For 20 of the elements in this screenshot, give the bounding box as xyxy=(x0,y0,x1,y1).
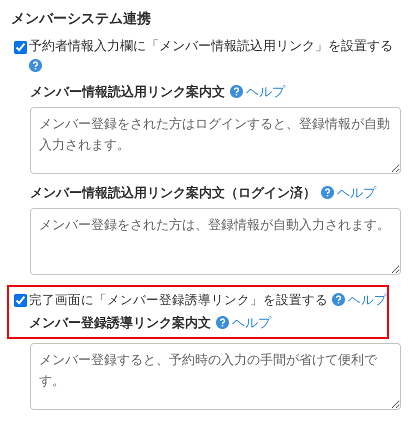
text-area[interactable]: メンバー登録すると、予約時の入力の手間が省けて便利です。 xyxy=(30,343,401,410)
help-icon[interactable] xyxy=(332,293,345,306)
help-link[interactable]: ヘルプ xyxy=(337,186,376,201)
field-label: メンバー情報読込用リンク案内文 xyxy=(30,85,225,100)
checkbox[interactable] xyxy=(14,294,27,307)
help-icon[interactable] xyxy=(29,59,42,72)
help-link[interactable]: ヘルプ xyxy=(246,85,285,100)
text-area[interactable]: メンバー登録をされた方はログインすると、登録情報が自動入力されます。 xyxy=(30,107,401,174)
help-link[interactable]: ヘルプ xyxy=(348,292,387,307)
checkbox[interactable] xyxy=(14,41,27,54)
text-area[interactable]: メンバー登録をされた方は、登録情報が自動入力されます。 xyxy=(30,208,401,275)
section-title: メンバーシステム連携 xyxy=(11,10,152,28)
help-icon[interactable] xyxy=(321,186,334,199)
field-label: メンバー登録誘導リンク案内文 xyxy=(29,316,211,331)
checkbox-label: 予約者情報入力欄に「メンバー情報読込用リンク」を設置する xyxy=(29,38,393,56)
field-label: メンバー情報読込用リンク案内文（ログイン済） xyxy=(30,186,316,201)
help-icon[interactable] xyxy=(216,316,229,329)
checkbox-label: 完了画面に「メンバー登録誘導リンク」を設置する xyxy=(29,291,328,309)
help-icon[interactable] xyxy=(230,85,243,98)
help-link[interactable]: ヘルプ xyxy=(232,316,271,331)
